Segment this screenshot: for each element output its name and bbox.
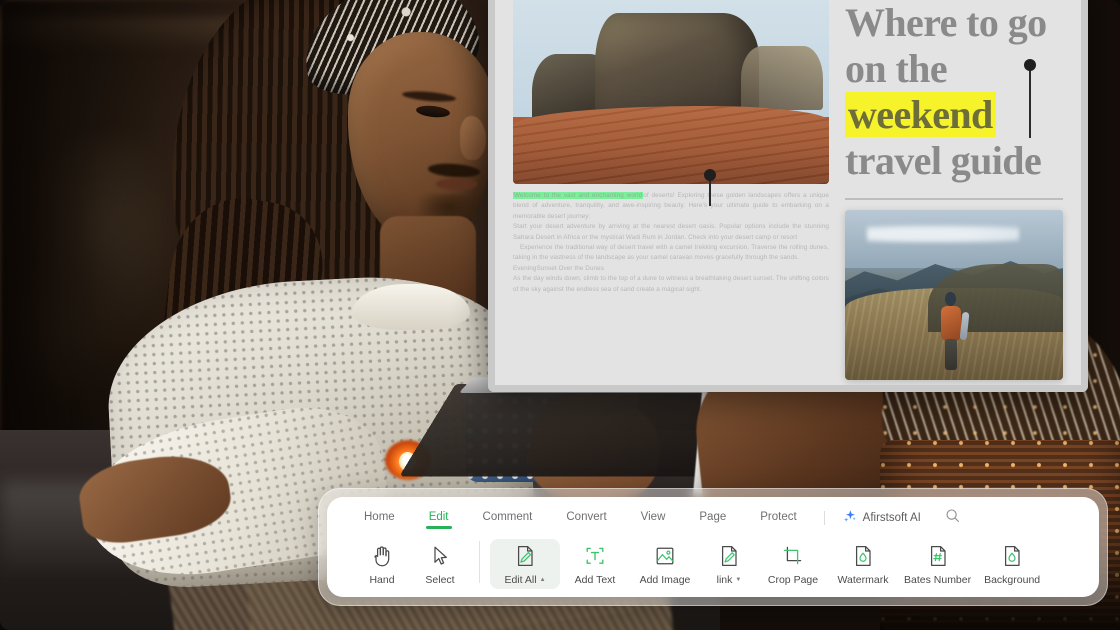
tool-background[interactable]: Background: [977, 539, 1047, 589]
menu-item-page[interactable]: Page: [682, 509, 743, 528]
link-page-icon: [718, 543, 740, 569]
green-highlight-pin[interactable]: [704, 169, 716, 206]
document-right-column: Where to go on the weekend travel guide: [845, 0, 1063, 385]
menu-item-home[interactable]: Home: [347, 509, 412, 528]
tool-link-text: link: [716, 574, 733, 586]
laptop-screen-area: Welcome to the vast and enchanting world…: [488, 0, 1088, 392]
green-highlight-text[interactable]: Welcome to the vast and enchanting world: [513, 192, 644, 199]
app-screenshot: Welcome to the vast and enchanting world…: [0, 0, 1120, 630]
tool-select-label: Select: [425, 574, 455, 586]
menu-item-edit[interactable]: Edit: [412, 509, 466, 528]
tool-add-image-label: Add Image: [639, 574, 691, 586]
edit-page-icon: [514, 543, 536, 569]
cursor-icon: [430, 543, 450, 569]
lips: [436, 178, 478, 190]
tool-hand-label: Hand: [369, 574, 395, 586]
hike-image[interactable]: [845, 210, 1063, 380]
menu-item-view[interactable]: View: [624, 509, 683, 528]
yellow-highlight-pin[interactable]: [1024, 59, 1036, 138]
add-image-icon: [653, 543, 677, 569]
document-headline[interactable]: Where to go on the weekend travel guide: [845, 0, 1063, 184]
hiker-head: [945, 291, 957, 306]
hiker: [940, 291, 970, 370]
nose: [460, 116, 486, 160]
divider: [845, 198, 1063, 200]
tool-link[interactable]: link ▼: [700, 539, 758, 589]
search-icon: [945, 508, 960, 528]
yellow-highlight-text[interactable]: weekend: [845, 92, 996, 137]
tools-bar: Hand Select Edit All ▲ Add Text Add Imag…: [327, 530, 1099, 589]
headline-line-1: Where to go: [845, 0, 1047, 45]
clouds: [866, 223, 1020, 244]
tool-edit-all[interactable]: Edit All ▲: [490, 539, 560, 589]
paragraph-1: Welcome to the vast and enchanting world…: [513, 191, 829, 222]
tool-watermark-label: Watermark: [837, 574, 889, 586]
tool-link-label: link ▼: [717, 574, 742, 586]
tool-add-image[interactable]: Add Image: [630, 539, 700, 589]
menu-item-protect[interactable]: Protect: [743, 509, 813, 528]
hero-desert-image[interactable]: [513, 0, 829, 184]
chevron-down-icon: ▼: [735, 577, 742, 583]
document-left-column: Welcome to the vast and enchanting world…: [513, 0, 829, 385]
tool-bates-number-label: Bates Number: [904, 574, 972, 586]
tool-add-text-label: Add Text: [574, 574, 616, 586]
toolbar: Home Edit Comment Convert View Page Prot…: [327, 497, 1099, 597]
headline-line-3-wrap: weekend: [845, 59, 1063, 138]
afirstsoft-ai-label: Afirstsoft AI: [862, 512, 921, 524]
tool-add-text[interactable]: Add Text: [560, 539, 630, 589]
paragraph-3: Experience the traditional way of desert…: [513, 244, 829, 262]
tools-divider: [479, 541, 480, 583]
menu-divider: [823, 511, 825, 525]
watermark-icon: [852, 543, 874, 569]
toolbar-frame: Home Edit Comment Convert View Page Prot…: [318, 488, 1108, 606]
menu-item-comment[interactable]: Comment: [466, 509, 550, 528]
paragraph-4-subheading: EveningSunset Over the Dunes: [513, 264, 605, 272]
crop-icon: [781, 543, 805, 569]
tool-edit-all-text: Edit All: [504, 574, 537, 586]
sand-dune: [513, 105, 829, 184]
hiker-legs: [944, 338, 957, 370]
add-text-icon: [583, 543, 607, 569]
rock-formation-right: [740, 46, 823, 110]
chevron-up-icon: ▲: [539, 577, 546, 583]
headline-line-4: travel guide: [845, 138, 1042, 183]
hiker-backpack: [940, 305, 961, 342]
paragraph-2: Start your desert adventure by arriving …: [513, 223, 829, 241]
background-icon: [1001, 543, 1023, 569]
menu-bar: Home Edit Comment Convert View Page Prot…: [327, 506, 1099, 530]
menu-item-convert[interactable]: Convert: [549, 509, 623, 528]
tool-edit-all-label: Edit All ▲: [504, 574, 545, 586]
sweater-collar: [352, 284, 470, 330]
tool-crop-page-label: Crop Page: [767, 574, 819, 586]
sparkle-icon: [843, 509, 857, 528]
tool-crop-page[interactable]: Crop Page: [758, 539, 828, 589]
paragraph-5: As the day winds down, climb to the top …: [513, 275, 829, 293]
afirstsoft-ai-button[interactable]: Afirstsoft AI: [835, 507, 929, 530]
pdf-document-view[interactable]: Welcome to the vast and enchanting world…: [488, 0, 1088, 392]
search-button[interactable]: [945, 508, 960, 528]
tool-bates-number[interactable]: Bates Number: [898, 539, 977, 589]
hand-icon: [371, 543, 393, 569]
bates-number-icon: [927, 543, 949, 569]
tool-watermark[interactable]: Watermark: [828, 539, 898, 589]
document-text-body[interactable]: Welcome to the vast and enchanting world…: [513, 169, 829, 295]
tool-select[interactable]: Select: [411, 539, 469, 589]
tool-background-label: Background: [984, 574, 1041, 586]
tool-hand[interactable]: Hand: [353, 539, 411, 589]
pdf-page[interactable]: Welcome to the vast and enchanting world…: [495, 0, 1081, 385]
